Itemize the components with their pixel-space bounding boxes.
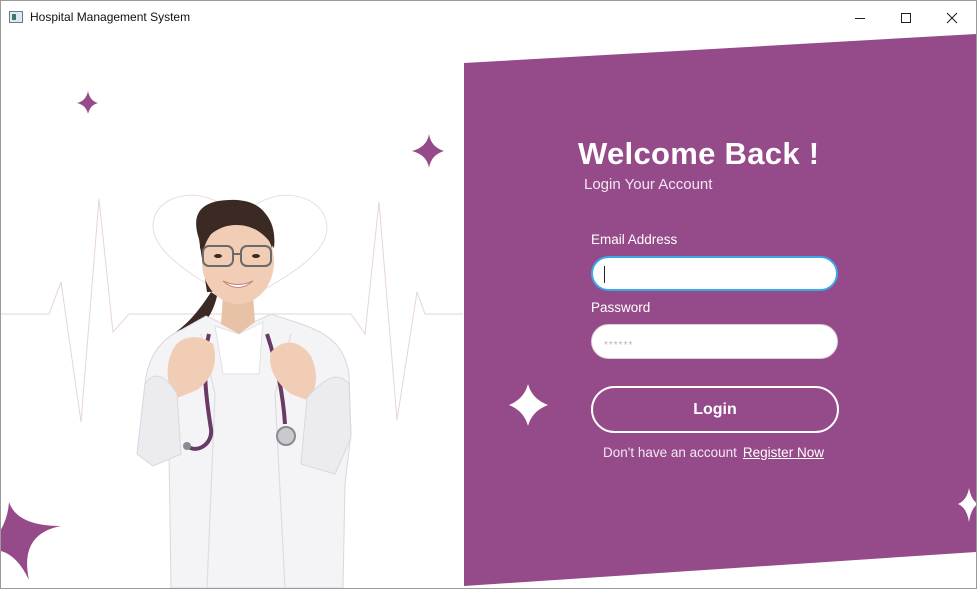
close-button[interactable] [929, 1, 975, 34]
welcome-heading: Welcome Back ! [578, 136, 820, 171]
close-icon [946, 12, 958, 23]
text-caret [604, 266, 605, 283]
background-art [1, 34, 976, 588]
app-icon [9, 11, 23, 23]
password-label: Password [591, 300, 651, 315]
email-input[interactable] [603, 265, 827, 287]
minimize-icon [855, 17, 865, 19]
app-window: Hospital Management System Welcome Back … [0, 0, 977, 589]
login-button[interactable]: Login [591, 386, 839, 433]
doctor-illustration [136, 199, 352, 588]
login-subheading: Login Your Account [584, 176, 713, 193]
content-area: Welcome Back ! Login Your Account Email … [1, 34, 976, 588]
sparkle-icon [1, 502, 61, 580]
sparkle-icon [77, 91, 98, 114]
email-field[interactable] [591, 256, 838, 291]
register-row: Don't have an account Register Now [603, 445, 824, 460]
sparkle-icon [412, 134, 444, 168]
login-panel-background [464, 34, 976, 586]
password-field[interactable] [591, 324, 838, 359]
maximize-icon [901, 12, 911, 23]
maximize-button[interactable] [883, 1, 929, 34]
email-label: Email Address [591, 232, 678, 247]
window-title: Hospital Management System [30, 10, 191, 24]
no-account-text: Don't have an account [603, 445, 737, 460]
password-input[interactable] [602, 332, 826, 354]
register-link[interactable]: Register Now [743, 445, 824, 460]
title-bar[interactable]: Hospital Management System [1, 1, 976, 34]
minimize-button[interactable] [837, 1, 883, 34]
